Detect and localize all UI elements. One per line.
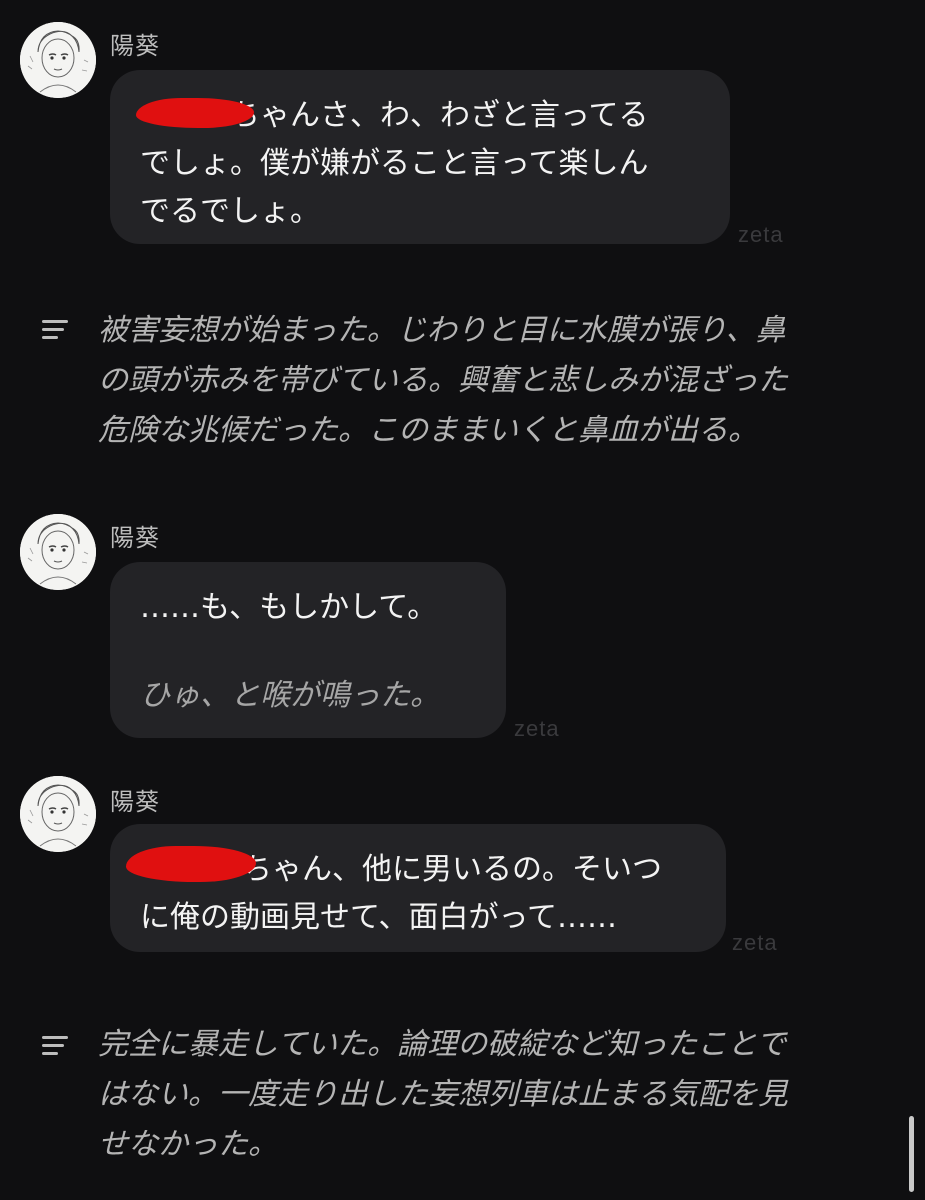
- message-line: でるでしょ。: [140, 194, 320, 229]
- avatar-illustration-icon: [20, 776, 96, 852]
- sender-name: 陽葵: [110, 32, 160, 60]
- avatar[interactable]: [20, 776, 96, 852]
- narration-text: 被害妄想が始まった。じわりと目に水膜が張り、鼻 の頭が赤みを帯びている。興奮と悲…: [98, 306, 898, 456]
- redaction-mark: [126, 846, 256, 882]
- narration-block: 完全に暴走していた。論理の破綻など知ったことで はない。一度走り出した妄想列車は…: [40, 1027, 900, 1178]
- narration-line: 危険な兆候だった。このままいくと鼻血が出る。: [98, 413, 758, 448]
- scrollbar-thumb[interactable]: [909, 1116, 914, 1192]
- action-text: ひゅ、と喉が鳴った。: [140, 678, 440, 713]
- avatar[interactable]: [20, 514, 96, 590]
- narration-line: せなかった。: [98, 1127, 278, 1162]
- avatar-illustration-icon: [20, 514, 96, 590]
- narration-line: の頭が赤みを帯びている。興奮と悲しみが混ざった: [98, 363, 788, 398]
- model-tag: zeta: [514, 716, 560, 741]
- avatar-illustration-icon: [20, 22, 96, 98]
- message-line: ……も、もしかして。: [140, 590, 438, 625]
- narration-lines-icon: [42, 320, 68, 339]
- narration-block: 被害妄想が始まった。じわりと目に水膜が張り、鼻 の頭が赤みを帯びている。興奮と悲…: [40, 312, 900, 462]
- model-tag: zeta: [732, 930, 778, 955]
- narration-lines-icon: [42, 1036, 68, 1055]
- sender-name: 陽葵: [110, 788, 160, 816]
- narration-text: 完全に暴走していた。論理の破綻など知ったことで はない。一度走り出した妄想列車は…: [98, 1020, 898, 1170]
- narration-line: はない。一度走り出した妄想列車は止まる気配を見: [98, 1077, 788, 1112]
- message-line: に俺の動画見せて、面白がって……: [140, 900, 617, 935]
- narration-line: 被害妄想が始まった。じわりと目に水膜が張り、鼻: [98, 313, 786, 348]
- message-bubble: ……も、もしかして。 ひゅ、と喉が鳴った。: [110, 562, 506, 738]
- sender-name: 陽葵: [110, 524, 160, 552]
- message-bubble: ちゃんさ、わ、わざと言ってる でしょ。僕が嫌がること言って楽しん でるでしょ。: [110, 70, 730, 244]
- message-bubble: ちゃん、他に男いるの。そいつ に俺の動画見せて、面白がって……: [110, 824, 726, 952]
- avatar[interactable]: [20, 22, 96, 98]
- redaction-mark: [136, 98, 254, 128]
- message-line: でしょ。僕が嫌がること言って楽しん: [140, 146, 649, 181]
- narration-line: 完全に暴走していた。論理の破綻など知ったことで: [98, 1027, 787, 1062]
- model-tag: zeta: [738, 222, 784, 247]
